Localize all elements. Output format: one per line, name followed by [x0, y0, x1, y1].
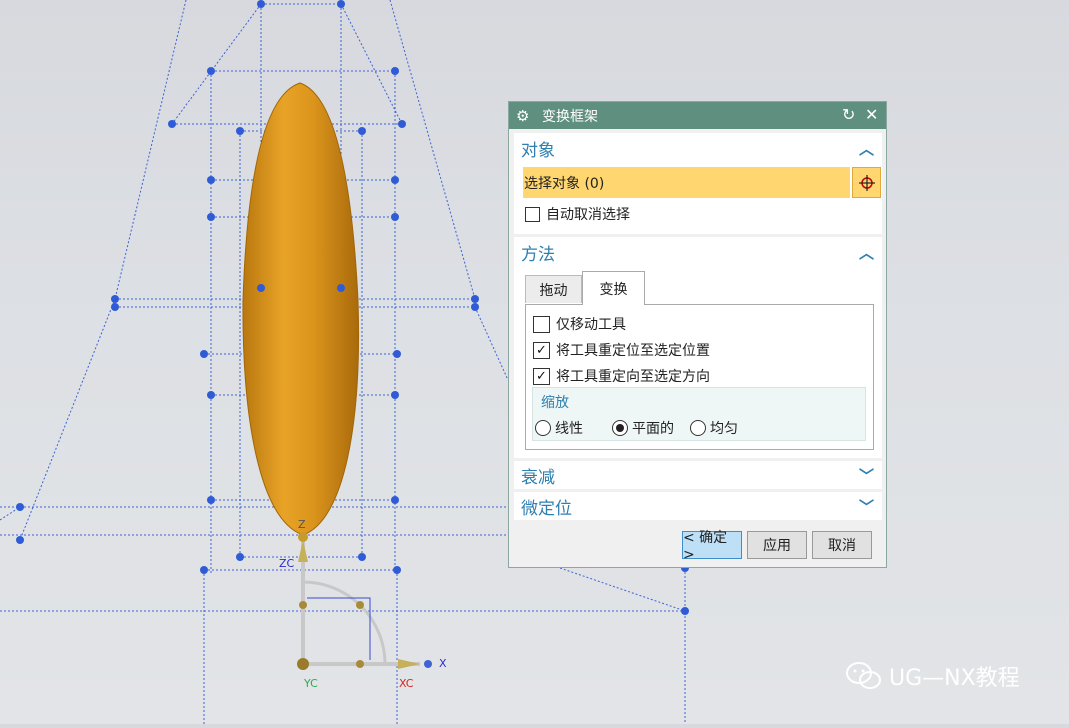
scale-group-label: 缩放 — [541, 395, 569, 411]
chevron-down-icon[interactable]: ﹀ — [859, 465, 874, 486]
dynamic-csys-manipulator[interactable] — [297, 532, 432, 670]
auto-deselect-checkbox[interactable] — [525, 206, 540, 222]
cancel-button-label: 取消 — [828, 538, 856, 554]
apply-button[interactable]: 应用 — [747, 531, 807, 559]
method-section-header[interactable]: 方法 ︿ — [514, 237, 882, 267]
falloff-section-title: 衰减 — [521, 467, 555, 488]
relocate-tool-checkbox[interactable]: ✓ — [533, 341, 550, 359]
select-object-row[interactable]: 选择对象 (0) — [523, 167, 850, 198]
close-icon[interactable]: ✕ — [865, 106, 878, 124]
method-section-title: 方法 — [521, 244, 555, 265]
tab-transform[interactable]: 变换 — [582, 271, 645, 305]
select-object-label: 选择对象 (0) — [524, 175, 605, 192]
option-move-tool-only[interactable]: 仅移动工具 — [533, 314, 626, 334]
reorient-tool-label: 将工具重定向至选定方向 — [556, 369, 710, 385]
scale-uniform-option[interactable]: 均匀 — [690, 418, 738, 438]
deformed-body[interactable] — [242, 82, 360, 536]
relocate-tool-label: 将工具重定位至选定位置 — [556, 343, 710, 359]
ok-button[interactable]: < 确定 > — [682, 530, 742, 563]
chevron-down-icon[interactable]: ﹀ — [859, 496, 874, 517]
chevron-up-icon[interactable]: ︿ — [859, 138, 874, 159]
option-reorient-tool[interactable]: ✓ 将工具重定向至选定方向 — [533, 366, 710, 386]
finetune-section-title: 微定位 — [521, 498, 572, 519]
apply-button-label: 应用 — [763, 538, 791, 554]
watermark-text: UG—NX教程 — [889, 666, 1020, 691]
option-relocate-tool[interactable]: ✓ 将工具重定位至选定位置 — [533, 340, 710, 360]
axis-label-z: Z — [298, 518, 306, 531]
scale-planar-option[interactable]: 平面的 — [612, 418, 674, 438]
finetune-section[interactable]: 微定位 ﹀ — [514, 492, 882, 520]
crosshair-icon — [858, 174, 875, 191]
finetune-section-header[interactable]: 微定位 ﹀ — [514, 492, 882, 520]
cancel-button[interactable]: 取消 — [812, 531, 872, 559]
tab-transform-label: 变换 — [599, 281, 628, 298]
axis-label-xc: XC — [399, 677, 414, 690]
tab-drag-label: 拖动 — [539, 282, 568, 299]
scale-uniform-label: 均匀 — [710, 421, 738, 437]
scale-linear-label: 线性 — [555, 421, 583, 437]
axis-label-zc: ZC — [279, 557, 295, 570]
wechat-icon — [846, 662, 881, 689]
select-object-button[interactable] — [852, 167, 881, 198]
falloff-section[interactable]: 衰减 ﹀ — [514, 461, 882, 489]
chevron-up-icon[interactable]: ︿ — [859, 242, 874, 263]
dialog-title: 变换框架 — [542, 108, 598, 125]
scale-uniform-radio[interactable] — [690, 420, 706, 436]
move-tool-only-label: 仅移动工具 — [556, 317, 626, 333]
object-section-title: 对象 — [521, 140, 555, 161]
scale-group: 缩放 线性 平面的 均匀 — [532, 387, 866, 441]
scale-linear-radio[interactable] — [535, 420, 551, 436]
tab-drag[interactable]: 拖动 — [525, 275, 582, 303]
auto-deselect-row[interactable]: 自动取消选择 — [525, 204, 630, 224]
auto-deselect-label: 自动取消选择 — [546, 207, 630, 223]
object-section: 对象 ︿ 选择对象 (0) 自动取消选择 — [514, 133, 882, 234]
axis-label-x: X — [439, 657, 447, 670]
method-section: 方法 ︿ 拖动 变换 仅移动工具 ✓ 将工具重定位至选定位置 ✓ 将工具重定向至… — [514, 237, 882, 458]
move-tool-only-checkbox[interactable] — [533, 315, 550, 333]
tab-panel: 仅移动工具 ✓ 将工具重定位至选定位置 ✓ 将工具重定向至选定方向 缩放 线性 … — [525, 304, 874, 450]
scale-planar-label: 平面的 — [632, 421, 674, 437]
reset-icon[interactable]: ↻ — [842, 106, 855, 124]
watermark: UG—NX教程 — [845, 660, 1020, 692]
gear-icon: ⚙ — [516, 106, 530, 125]
transform-frame-dialog: ⚙ 变换框架 ↻ ✕ 对象 ︿ 选择对象 (0) 自动取消选择 方法 ︿ 拖动 … — [508, 101, 887, 568]
scale-linear-option[interactable]: 线性 — [535, 418, 583, 438]
object-section-header[interactable]: 对象 ︿ — [514, 133, 882, 163]
scale-planar-radio[interactable] — [612, 420, 628, 436]
axis-label-yc: YC — [304, 677, 318, 690]
dialog-titlebar[interactable]: ⚙ 变换框架 ↻ ✕ — [509, 102, 886, 129]
ok-button-label: < 确定 > — [683, 530, 728, 563]
falloff-section-header[interactable]: 衰减 ﹀ — [514, 461, 882, 489]
reorient-tool-checkbox[interactable]: ✓ — [533, 367, 550, 385]
